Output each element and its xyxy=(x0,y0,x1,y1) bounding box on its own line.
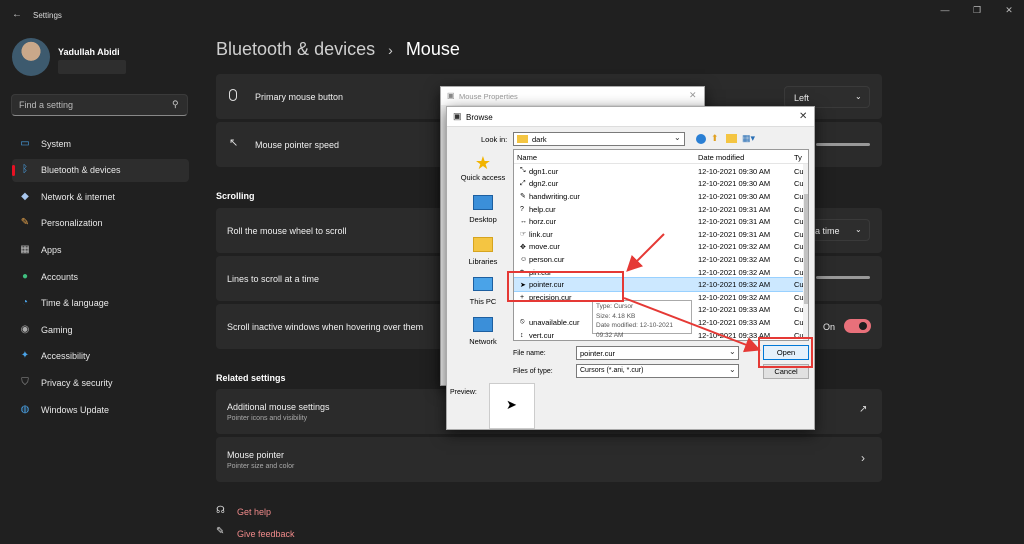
annotation-arrows xyxy=(623,233,761,353)
arrow-to-open-button xyxy=(623,297,761,353)
arrow-to-pointer-file xyxy=(626,233,665,272)
